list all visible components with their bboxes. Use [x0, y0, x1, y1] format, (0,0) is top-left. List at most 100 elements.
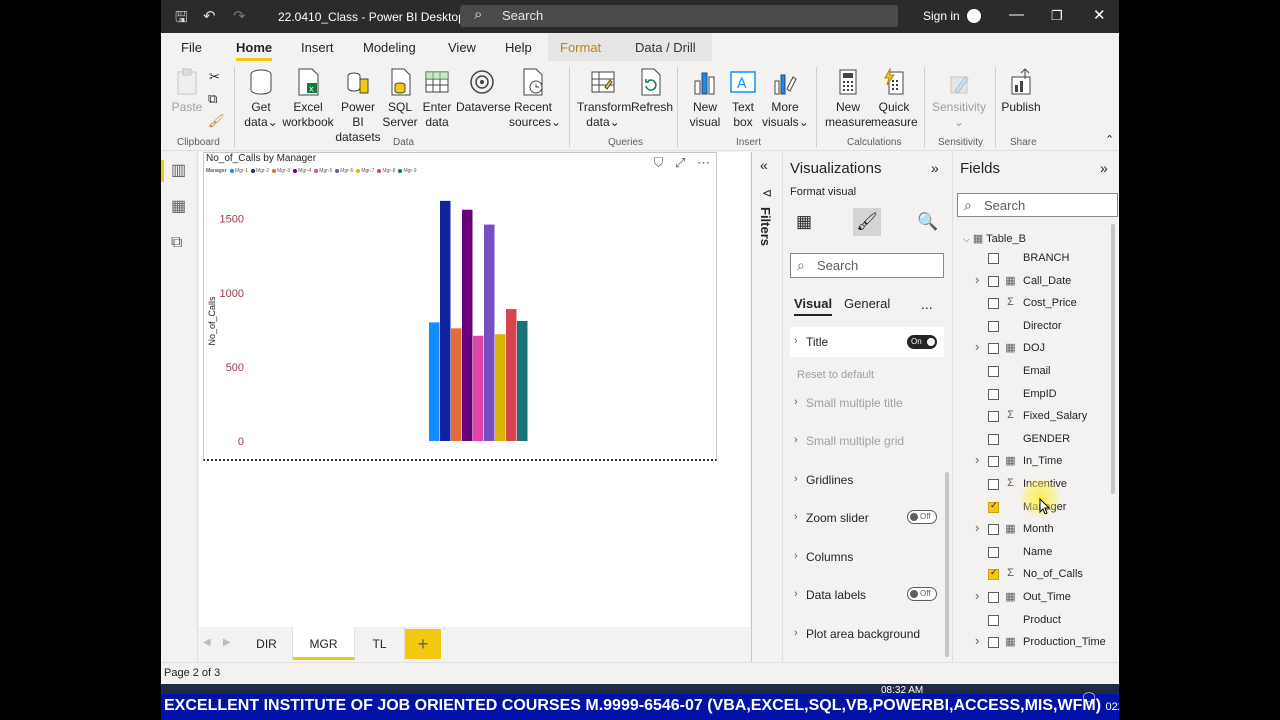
avatar[interactable] — [967, 9, 981, 23]
field-checkbox[interactable] — [988, 479, 999, 490]
field-month[interactable]: › ▦ Month — [953, 520, 1103, 540]
bar-mgr-5[interactable] — [473, 335, 484, 441]
power-bi-datasets-button[interactable]: Power BI datasets — [335, 67, 381, 145]
build-visual-icon[interactable]: ▦ — [790, 208, 818, 236]
enter-data-button[interactable]: Enter data — [420, 67, 454, 130]
field-checkbox[interactable] — [988, 456, 999, 468]
dataverse-button[interactable]: Dataverse — [456, 67, 511, 115]
bar-mgr-1[interactable] — [429, 322, 440, 441]
field-checkbox[interactable] — [988, 320, 999, 332]
field-product[interactable]: Product — [953, 611, 1103, 631]
publish-button[interactable]: Publish — [1001, 67, 1041, 115]
field-checkbox[interactable] — [988, 614, 999, 626]
bar-mgr-4[interactable] — [462, 209, 473, 441]
minimize-icon[interactable]: — — [1009, 6, 1024, 23]
page-tab-tl[interactable]: TL — [355, 627, 405, 660]
subtab-general[interactable]: General — [844, 296, 890, 311]
tab-modeling[interactable]: Modeling — [363, 40, 416, 55]
tab-data-drill[interactable]: Data / Drill — [635, 40, 696, 55]
legend-item[interactable]: Mgr-6 — [335, 168, 353, 174]
collapse-pane-icon[interactable]: » — [1100, 160, 1108, 176]
format-card-zoom-slider[interactable]: › Zoom slider Off — [790, 510, 944, 531]
bar-mgr-9[interactable] — [517, 320, 528, 441]
model-view-icon[interactable]: ⧉ — [171, 234, 182, 252]
legend-item[interactable]: Mgr-7 — [356, 168, 374, 174]
prev-page-icon[interactable]: ◀ — [203, 637, 211, 648]
scrollbar[interactable] — [1111, 224, 1115, 494]
legend-item[interactable]: Mgr-3 — [272, 168, 290, 174]
format-search-input[interactable]: ⌕ Search — [790, 253, 944, 278]
format-painter-icon[interactable]: 🖌 — [208, 113, 225, 129]
field-checkbox[interactable] — [988, 546, 999, 558]
add-page-button[interactable]: + — [405, 629, 441, 659]
field-checkbox[interactable] — [988, 567, 999, 581]
field-doj[interactable]: › ▦ DOJ — [953, 339, 1103, 359]
legend-item[interactable]: Mgr-9 — [398, 168, 417, 174]
format-card-plot-area-background[interactable]: › Plot area background — [790, 627, 944, 647]
format-card-data-labels[interactable]: › Data labels Off — [790, 587, 944, 608]
chevron-right-icon[interactable]: › — [975, 452, 979, 467]
field-name[interactable]: Name — [953, 543, 1103, 563]
excel-workbook-button[interactable]: x Excel workbook — [281, 67, 335, 130]
copy-icon[interactable]: ⧉ — [208, 91, 217, 107]
field-checkbox[interactable] — [988, 592, 999, 603]
format-card-small-multiple-title[interactable]: › Small multiple title — [790, 396, 944, 416]
field-director[interactable]: Director — [953, 317, 1103, 337]
field-checkbox[interactable] — [988, 411, 999, 423]
field-empid[interactable]: EmpID — [953, 385, 1103, 405]
format-card-small-multiple-grid[interactable]: › Small multiple grid — [790, 434, 944, 454]
notification-icon[interactable]: 🗨 — [1080, 690, 1098, 707]
report-view-icon[interactable]: ▥ — [171, 160, 186, 180]
tab-format[interactable]: Format — [560, 40, 601, 55]
paste-button[interactable]: Paste — [171, 67, 203, 115]
field-checkbox[interactable] — [988, 366, 999, 377]
scrollbar[interactable] — [945, 472, 949, 657]
bar-mgr-6[interactable] — [484, 224, 495, 441]
field-email[interactable]: Email — [953, 362, 1103, 382]
legend-item[interactable]: Mgr-8 — [377, 168, 395, 174]
new-measure-button[interactable]: New measure — [825, 67, 872, 130]
field-checkbox[interactable] — [988, 343, 999, 355]
more-options-icon[interactable]: ... — [921, 296, 933, 312]
expand-filters-icon[interactable]: « — [760, 157, 768, 173]
page-tab-mgr[interactable]: MGR — [293, 627, 355, 660]
quick-measure-button[interactable]: Quick measure — [871, 67, 918, 130]
field-out_time[interactable]: › ▦ Out_Time — [953, 588, 1103, 608]
chevron-right-icon[interactable]: › — [975, 339, 979, 354]
chevron-right-icon[interactable]: › — [975, 633, 979, 648]
field-checkbox[interactable] — [988, 524, 999, 536]
subtab-visual[interactable]: Visual — [794, 296, 833, 316]
legend-item[interactable]: Mgr-4 — [293, 168, 311, 174]
format-card-toggle[interactable]: Off — [907, 510, 937, 524]
format-card-columns[interactable]: › Columns — [790, 550, 944, 570]
sensitivity-button[interactable]: Sensitivity ⌄ — [931, 67, 987, 130]
focus-mode-icon[interactable]: ⤢ — [675, 155, 685, 170]
field-branch[interactable]: BRANCH — [953, 249, 1103, 269]
format-card-toggle[interactable]: Off — [907, 587, 937, 601]
bar-mgr-7[interactable] — [495, 334, 506, 441]
filters-pane-collapsed[interactable]: « ⊲ Filters — [751, 152, 781, 662]
bar-mgr-2[interactable] — [440, 200, 451, 441]
field-checkbox[interactable] — [988, 275, 999, 287]
field-cost_price[interactable]: Σ Cost_Price — [953, 294, 1103, 314]
field-checkbox[interactable] — [988, 500, 999, 513]
field-checkbox[interactable] — [988, 637, 999, 649]
field-checkbox[interactable] — [988, 433, 999, 445]
bar-mgr-8[interactable] — [506, 309, 517, 441]
tab-home[interactable]: Home — [236, 40, 273, 61]
chevron-right-icon[interactable]: › — [975, 272, 979, 287]
recent-sources-button[interactable]: Recent sources⌄ — [509, 67, 561, 130]
title-toggle[interactable]: On — [907, 335, 937, 349]
text-box-button[interactable]: A Text box — [724, 67, 762, 130]
filter-icon[interactable]: ⛉ — [654, 155, 664, 170]
data-view-icon[interactable]: ▦ — [171, 196, 186, 216]
format-card-gridlines[interactable]: › Gridlines — [790, 473, 944, 493]
collapse-pane-icon[interactable]: » — [931, 160, 939, 176]
field-production_time[interactable]: › ▦ Production_Time — [953, 633, 1106, 653]
page-tab-dir[interactable]: DIR — [241, 627, 293, 660]
undo-icon[interactable]: ↶ — [203, 7, 216, 25]
sql-server-button[interactable]: SQL Server — [382, 67, 418, 130]
cut-icon[interactable]: ✂ — [209, 69, 220, 85]
field-call_date[interactable]: › ▦ Call_Date — [953, 272, 1103, 292]
tab-view[interactable]: View — [448, 40, 476, 55]
